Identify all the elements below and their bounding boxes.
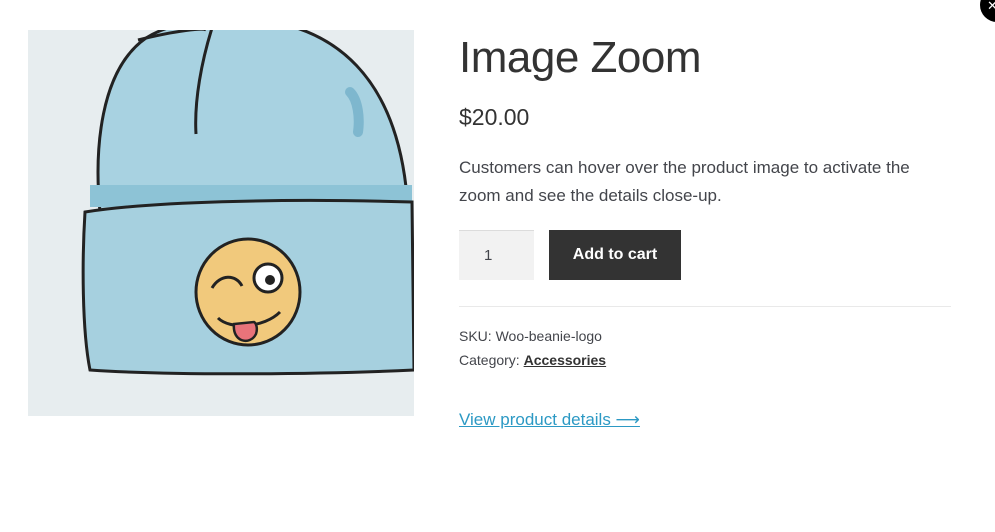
sku-value: Woo-beanie-logo [495, 328, 602, 344]
beanie-image [28, 30, 414, 416]
add-to-cart-form: Add to cart [459, 230, 951, 280]
quantity-input[interactable] [459, 230, 534, 280]
product-meta: SKU: Woo-beanie-logo Category: Accessori… [459, 324, 951, 372]
product-image[interactable] [28, 30, 414, 416]
category-link[interactable]: Accessories [524, 352, 607, 368]
product-summary: Image Zoom $20.00 Customers can hover ov… [459, 30, 951, 430]
close-button[interactable]: ✕ [980, 0, 995, 22]
category-label: Category: [459, 352, 520, 368]
product-title: Image Zoom [459, 33, 701, 82]
view-product-details-link[interactable]: View product details ⟶ [459, 410, 640, 430]
sku-row: SKU: Woo-beanie-logo [459, 324, 951, 348]
product-price: $20.00 [459, 104, 530, 130]
close-icon: ✕ [987, 0, 995, 13]
category-row: Category: Accessories [459, 348, 951, 372]
add-to-cart-button[interactable]: Add to cart [549, 230, 681, 280]
divider [459, 306, 951, 307]
product-description: Customers can hover over the product ima… [459, 158, 910, 205]
sku-label: SKU: [459, 328, 492, 344]
